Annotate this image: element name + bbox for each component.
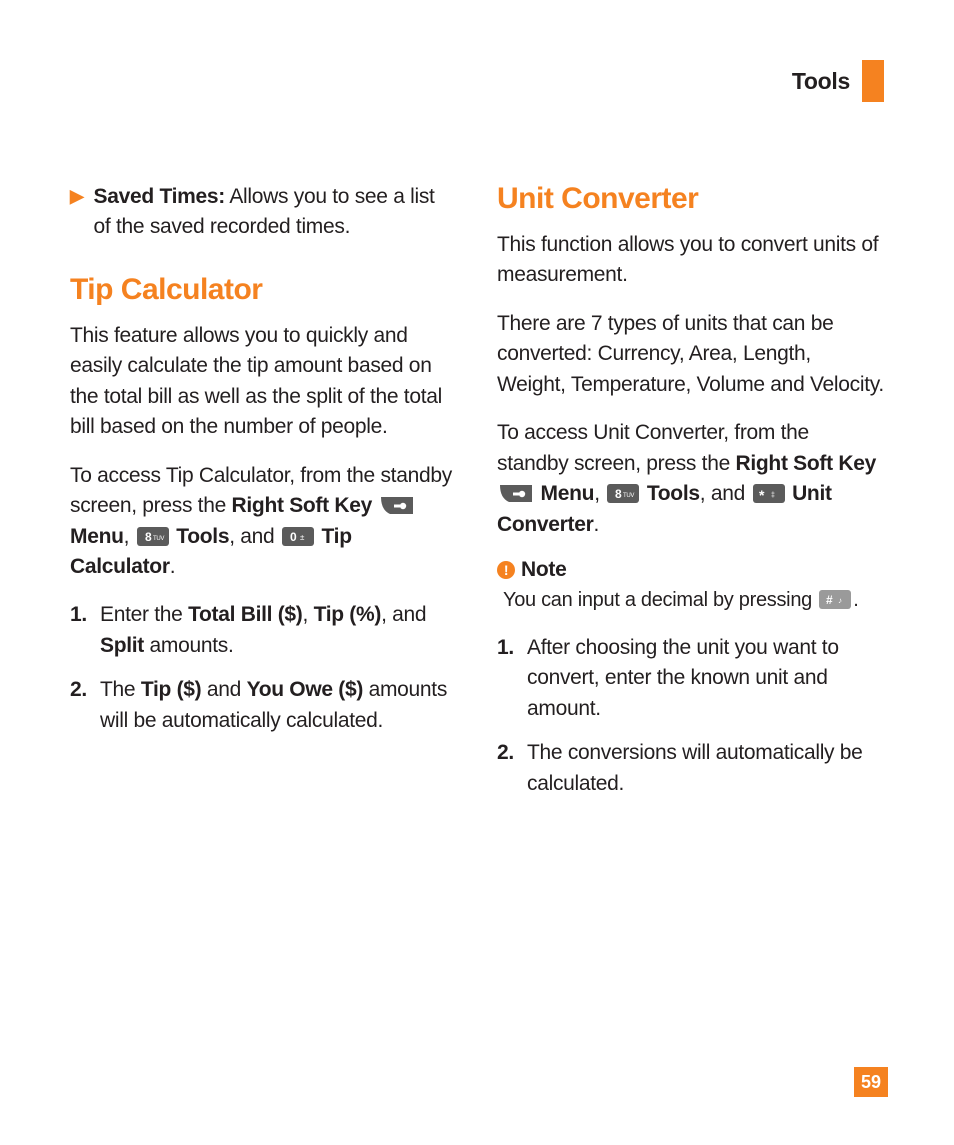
- tip-calc-desc: This feature allows you to quickly and e…: [70, 321, 457, 443]
- text: ,: [594, 482, 605, 505]
- heading-unit-converter: Unit Converter: [497, 182, 884, 216]
- key-8-icon: 8TUV: [607, 482, 639, 501]
- key-star-icon: *‡: [753, 482, 785, 501]
- text: .: [170, 555, 176, 578]
- key-hash-icon: #♪: [819, 589, 851, 608]
- svg-text:*: *: [759, 487, 765, 503]
- svg-text:TUV: TUV: [153, 536, 164, 542]
- unit-converter-desc: This function allows you to convert unit…: [497, 230, 884, 291]
- text: , and: [381, 603, 426, 626]
- svg-text:8: 8: [615, 487, 622, 501]
- total-bill-label: Total Bill ($): [188, 603, 302, 626]
- tip-pct-label: Tip (%): [314, 603, 382, 626]
- text: .: [853, 589, 858, 611]
- text: amounts.: [144, 634, 234, 657]
- unit-step-2: 2. The conversions will automatically be…: [497, 738, 884, 799]
- triangle-right-icon: ▶: [70, 182, 84, 243]
- svg-text:♪: ♪: [838, 596, 842, 605]
- text: ,: [124, 525, 135, 548]
- right-soft-key-label: Right Soft Key: [232, 494, 372, 517]
- tip-calc-access: To access Tip Calculator, from the stand…: [70, 461, 457, 583]
- key-8-icon: 8TUV: [137, 525, 169, 544]
- unit-converter-types: There are 7 types of units that can be c…: [497, 309, 884, 400]
- note-heading: ! Note: [497, 558, 884, 582]
- unit-converter-access: To access Unit Converter, from the stand…: [497, 418, 884, 540]
- unit-step-1: 1. After choosing the unit you want to c…: [497, 633, 884, 724]
- page-header: Tools: [70, 60, 884, 102]
- note-block: ! Note You can input a decimal by pressi…: [497, 558, 884, 615]
- page: Tools ▶ Saved Times: Allows you to see a…: [0, 0, 954, 1145]
- bullet-content: Saved Times: Allows you to see a list of…: [94, 182, 457, 243]
- soft-key-icon: [499, 482, 533, 501]
- step-content: The conversions will automatically be ca…: [527, 738, 884, 799]
- tools-label: Tools: [647, 482, 700, 505]
- svg-text:8: 8: [145, 530, 152, 544]
- right-column: Unit Converter This function allows you …: [497, 182, 884, 813]
- note-body: You can input a decimal by pressing #♪ .: [497, 586, 884, 615]
- text: .: [594, 513, 600, 536]
- text: , and: [700, 482, 751, 505]
- you-owe-label: You Owe ($): [247, 678, 364, 701]
- step-number: 1.: [70, 600, 90, 661]
- svg-text:‡: ‡: [771, 492, 775, 499]
- tip-dollar-label: Tip ($): [141, 678, 202, 701]
- step-content: After choosing the unit you want to conv…: [527, 633, 884, 724]
- text: , and: [229, 525, 280, 548]
- heading-tip-calculator: Tip Calculator: [70, 273, 457, 307]
- text: The: [100, 678, 141, 701]
- tip-step-2: 2. The Tip ($) and You Owe ($) amounts w…: [70, 675, 457, 736]
- soft-key-icon: [380, 494, 414, 513]
- key-0-icon: 0±: [282, 525, 314, 544]
- step-content: The Tip ($) and You Owe ($) amounts will…: [100, 675, 457, 736]
- menu-label: Menu: [70, 525, 124, 548]
- text: ,: [302, 603, 313, 626]
- bullet-label: Saved Times:: [94, 185, 225, 208]
- left-column: ▶ Saved Times: Allows you to see a list …: [70, 182, 457, 813]
- svg-text:#: #: [826, 593, 833, 607]
- right-soft-key-label: Right Soft Key: [736, 452, 876, 475]
- step-number: 2.: [497, 738, 517, 799]
- section-title: Tools: [792, 68, 850, 95]
- tip-step-1: 1. Enter the Total Bill ($), Tip (%), an…: [70, 600, 457, 661]
- svg-text:0: 0: [290, 530, 297, 544]
- svg-text:TUV: TUV: [623, 493, 634, 499]
- page-number: 59: [854, 1067, 888, 1097]
- exclamation-icon: !: [497, 561, 515, 579]
- step-number: 1.: [497, 633, 517, 724]
- text: You can input a decimal by pressing: [503, 589, 817, 611]
- menu-label: Menu: [541, 482, 595, 505]
- accent-bar: [862, 60, 884, 102]
- text: Enter the: [100, 603, 188, 626]
- step-number: 2.: [70, 675, 90, 736]
- split-label: Split: [100, 634, 144, 657]
- note-label: Note: [521, 558, 566, 582]
- bullet-saved-times: ▶ Saved Times: Allows you to see a list …: [70, 182, 457, 243]
- content-columns: ▶ Saved Times: Allows you to see a list …: [70, 182, 884, 813]
- tools-label: Tools: [176, 525, 229, 548]
- step-content: Enter the Total Bill ($), Tip (%), and S…: [100, 600, 457, 661]
- text: and: [201, 678, 246, 701]
